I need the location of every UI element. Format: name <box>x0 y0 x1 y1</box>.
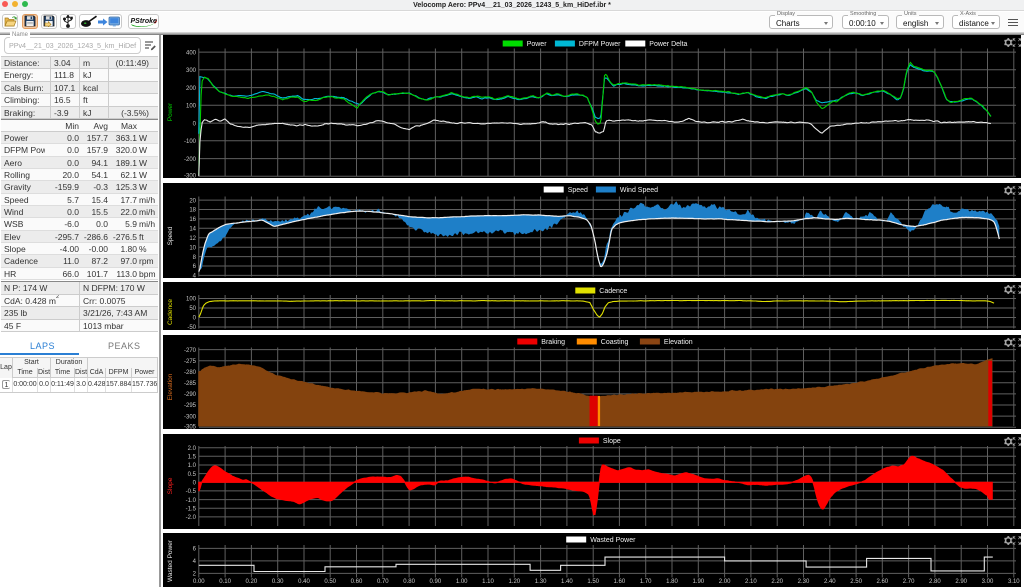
svg-text:2.30: 2.30 <box>798 579 810 585</box>
svg-text:1.90: 1.90 <box>692 579 704 585</box>
svg-text:-290: -290 <box>184 392 197 398</box>
svg-text:200: 200 <box>186 86 197 92</box>
svg-text:16: 16 <box>189 217 196 223</box>
svg-text:1.60: 1.60 <box>614 579 626 585</box>
svg-text:2.90: 2.90 <box>955 579 967 585</box>
svg-text:-300: -300 <box>184 174 197 180</box>
svg-text:3.10: 3.10 <box>1008 579 1020 585</box>
svg-text:2.10: 2.10 <box>745 579 757 585</box>
svg-text:Wasted Power: Wasted Power <box>167 539 174 582</box>
svg-text:Slope: Slope <box>167 477 174 494</box>
svg-text:-275: -275 <box>184 359 197 365</box>
svg-text:-200: -200 <box>184 157 197 163</box>
svg-text:Cadence: Cadence <box>167 299 174 325</box>
svg-text:100: 100 <box>186 104 197 110</box>
svg-text:-1.0: -1.0 <box>186 498 197 504</box>
svg-text:400: 400 <box>186 50 197 56</box>
svg-text:1.70: 1.70 <box>640 579 652 585</box>
svg-text:Speed: Speed <box>167 226 174 245</box>
svg-text:Elevation: Elevation <box>664 339 693 346</box>
svg-text:-280: -280 <box>184 370 197 376</box>
svg-text:1.00: 1.00 <box>456 579 468 585</box>
svg-text:-270: -270 <box>184 348 197 354</box>
svg-text:Wind Speed: Wind Speed <box>620 187 658 194</box>
svg-text:0.00: 0.00 <box>193 579 205 585</box>
svg-text:2.00: 2.00 <box>719 579 731 585</box>
svg-text:DFPM Power: DFPM Power <box>579 41 621 48</box>
svg-text:0.30: 0.30 <box>272 579 284 585</box>
svg-text:10: 10 <box>189 245 196 251</box>
svg-text:2.0: 2.0 <box>188 446 197 452</box>
svg-text:2.60: 2.60 <box>876 579 888 585</box>
svg-text:2.80: 2.80 <box>929 579 941 585</box>
svg-text:-100: -100 <box>184 139 197 145</box>
svg-text:2.50: 2.50 <box>850 579 862 585</box>
svg-text:-50: -50 <box>187 325 196 331</box>
svg-text:Power: Power <box>527 41 548 48</box>
svg-text:Wasted Power: Wasted Power <box>590 537 636 544</box>
svg-text:0.80: 0.80 <box>403 579 415 585</box>
svg-text:-305: -305 <box>184 425 197 431</box>
svg-text:14: 14 <box>189 227 196 233</box>
svg-text:-285: -285 <box>184 381 197 387</box>
svg-text:Power: Power <box>167 102 174 121</box>
svg-text:1.30: 1.30 <box>535 579 547 585</box>
svg-text:1.40: 1.40 <box>561 579 573 585</box>
svg-text:2.20: 2.20 <box>771 579 783 585</box>
svg-text:2.70: 2.70 <box>903 579 915 585</box>
svg-text:0.10: 0.10 <box>219 579 231 585</box>
svg-text:3.00: 3.00 <box>982 579 994 585</box>
svg-text:0.50: 0.50 <box>324 579 336 585</box>
svg-text:0.5: 0.5 <box>188 472 197 478</box>
svg-text:2.40: 2.40 <box>824 579 836 585</box>
svg-text:-0.5: -0.5 <box>186 489 197 495</box>
svg-text:1.0: 1.0 <box>188 463 197 469</box>
svg-text:50: 50 <box>189 306 196 312</box>
svg-text:-2.0: -2.0 <box>186 515 197 521</box>
svg-text:1.10: 1.10 <box>482 579 494 585</box>
svg-text:1.20: 1.20 <box>508 579 520 585</box>
svg-text:PStroke: PStroke <box>130 18 157 25</box>
svg-text:12: 12 <box>189 236 196 242</box>
svg-text:18: 18 <box>189 208 196 214</box>
svg-text:Elevation: Elevation <box>167 373 174 400</box>
svg-text:0.20: 0.20 <box>246 579 258 585</box>
svg-text:-295: -295 <box>184 403 197 409</box>
svg-text:0.60: 0.60 <box>351 579 363 585</box>
svg-text:1.80: 1.80 <box>666 579 678 585</box>
svg-text:100: 100 <box>186 297 197 303</box>
svg-text:Braking: Braking <box>541 339 565 346</box>
svg-text:0.70: 0.70 <box>377 579 389 585</box>
svg-text:Slope: Slope <box>603 438 621 445</box>
svg-text:Speed: Speed <box>568 187 588 194</box>
svg-text:300: 300 <box>186 68 197 74</box>
svg-text:-300: -300 <box>184 414 197 420</box>
svg-text:1.50: 1.50 <box>587 579 599 585</box>
svg-text:Power Delta: Power Delta <box>649 41 687 48</box>
svg-text:0.90: 0.90 <box>430 579 442 585</box>
svg-text:Cadence: Cadence <box>599 288 627 295</box>
svg-text:0.40: 0.40 <box>298 579 310 585</box>
svg-text:20: 20 <box>189 198 196 204</box>
svg-text:1.5: 1.5 <box>188 455 197 461</box>
svg-text:Coasting: Coasting <box>601 339 629 346</box>
svg-text:-1.5: -1.5 <box>186 506 197 512</box>
